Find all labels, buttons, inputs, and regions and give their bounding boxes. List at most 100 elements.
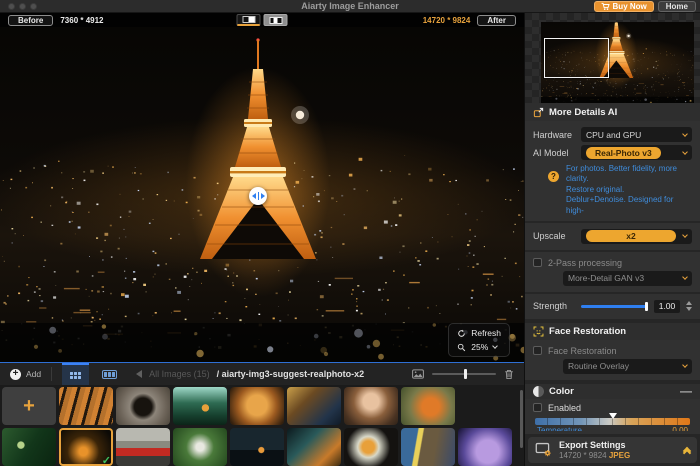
navigator-preview[interactable] bbox=[525, 13, 700, 103]
thumbnail-red-car[interactable] bbox=[116, 428, 170, 466]
handle-right-arrow-icon bbox=[261, 193, 265, 199]
titlebar: Aiarty Image Enhancer Buy Now Home bbox=[0, 0, 700, 13]
side-by-side-view-icon bbox=[269, 17, 282, 24]
section-title: Face Restoration bbox=[549, 326, 626, 337]
temperature-label: Temperature bbox=[537, 426, 582, 431]
model-settings-card: Hardware CPU and GPU AI Model Real-Photo… bbox=[525, 121, 700, 221]
trash-icon[interactable] bbox=[504, 369, 514, 380]
plus-icon: + bbox=[23, 396, 35, 416]
thumbnail-armored-dog[interactable] bbox=[287, 387, 341, 425]
chevron-down-icon bbox=[682, 363, 688, 369]
thumbnail-fox[interactable] bbox=[401, 387, 455, 425]
after-size: 14720 * 9824 bbox=[423, 16, 471, 25]
thumbnail-size-slider[interactable] bbox=[432, 373, 496, 375]
filmstrip-icon bbox=[102, 370, 117, 379]
thumbnail-forest-bird[interactable] bbox=[2, 428, 56, 466]
navigator-selection-rect[interactable] bbox=[544, 38, 609, 78]
section-title: Color bbox=[549, 386, 574, 397]
stepper-down-icon[interactable] bbox=[686, 307, 692, 311]
after-button[interactable]: After bbox=[477, 15, 516, 26]
before-button[interactable]: Before bbox=[8, 15, 53, 26]
chevron-down-icon bbox=[682, 131, 688, 137]
color-enabled-checkbox[interactable] bbox=[533, 403, 542, 412]
window-controls[interactable] bbox=[8, 3, 37, 10]
hardware-value: CPU and GPU bbox=[586, 130, 641, 140]
close-window-icon[interactable] bbox=[8, 3, 15, 10]
thumbnail-scrollbar[interactable] bbox=[520, 390, 523, 448]
upscale-dropdown[interactable]: x2 bbox=[581, 229, 692, 244]
refresh-button[interactable]: Refresh bbox=[457, 328, 501, 338]
thumbnail-hallway-woman[interactable] bbox=[401, 428, 455, 466]
thumbnail-leopard[interactable] bbox=[287, 428, 341, 466]
thumbnail-lake-house[interactable] bbox=[230, 428, 284, 466]
toolbar-divider bbox=[51, 367, 52, 381]
filmstrip-toolbar: + Add All Images (15) / aiarty-img3-s bbox=[0, 363, 524, 385]
strength-slider-handle[interactable] bbox=[645, 302, 648, 311]
face-restoration-checkbox[interactable] bbox=[533, 346, 542, 355]
before-size: 7360 * 4912 bbox=[60, 16, 103, 25]
color-palette-icon bbox=[533, 386, 544, 397]
strength-stepper[interactable] bbox=[686, 301, 692, 311]
zoom-level-value: 25% bbox=[471, 342, 488, 352]
thumbnail-portrait-woman[interactable] bbox=[344, 387, 398, 425]
refresh-icon bbox=[457, 329, 466, 338]
temperature-slider[interactable] bbox=[535, 418, 690, 425]
hint-line: For photos. Better fidelity, more clarit… bbox=[566, 164, 692, 185]
hardware-label: Hardware bbox=[533, 130, 575, 140]
zoom-level-control[interactable]: 25% bbox=[457, 342, 501, 352]
viewer-controls: Refresh 25% bbox=[448, 323, 510, 357]
filmstrip-view-toggle[interactable] bbox=[96, 363, 123, 385]
strength-value: 1.00 bbox=[654, 300, 680, 313]
ai-model-dropdown[interactable]: Real-Photo v3 bbox=[581, 145, 692, 160]
thumbnail-butterfly-dark[interactable] bbox=[116, 387, 170, 425]
compare-slider-handle[interactable] bbox=[249, 187, 267, 205]
strength-slider[interactable] bbox=[581, 305, 648, 308]
collapse-section-icon[interactable]: — bbox=[680, 387, 692, 395]
breadcrumb-current-file: / aiarty-img3-suggest-realphoto-x2 bbox=[217, 369, 365, 379]
plus-circle-icon: + bbox=[10, 369, 21, 380]
minimize-window-icon[interactable] bbox=[19, 3, 26, 10]
thumbnail-burger[interactable] bbox=[230, 387, 284, 425]
thumbnail-size-slider-handle[interactable] bbox=[464, 369, 467, 379]
two-pass-model-dropdown[interactable]: More-Detail GAN v3 bbox=[563, 271, 692, 286]
add-image-tile[interactable]: + bbox=[2, 387, 56, 425]
enhance-expand-icon bbox=[533, 107, 544, 118]
section-title: More Details AI bbox=[549, 107, 617, 118]
face-model-dropdown[interactable]: Routine Overlay bbox=[563, 359, 692, 374]
side-by-side-view-toggle[interactable] bbox=[264, 14, 288, 26]
back-arrow-icon[interactable] bbox=[136, 370, 142, 378]
maximize-window-icon[interactable] bbox=[30, 3, 37, 10]
help-icon[interactable]: ? bbox=[548, 171, 559, 182]
thumbnail-grid: + ✓ bbox=[0, 385, 524, 466]
stepper-up-icon[interactable] bbox=[686, 301, 692, 305]
split-view-toggle[interactable] bbox=[237, 14, 261, 26]
cart-icon bbox=[601, 2, 610, 11]
upscale-label: Upscale bbox=[533, 231, 575, 241]
two-pass-label: 2-Pass processing bbox=[548, 258, 622, 268]
thumbnail-coral[interactable] bbox=[458, 428, 512, 466]
thumbnail-heron[interactable] bbox=[173, 428, 227, 466]
add-images-button[interactable]: + Add bbox=[10, 369, 41, 380]
export-settings-panel[interactable]: Export Settings 14720 * 9824 JPEG bbox=[528, 437, 697, 463]
grid-view-toggle[interactable] bbox=[62, 363, 89, 385]
thumbnail-fantasy-forest[interactable] bbox=[173, 387, 227, 425]
image-viewer[interactable]: Refresh 25% bbox=[0, 27, 524, 362]
chevron-down-icon bbox=[682, 149, 688, 155]
thumbnail-butterfly-orange[interactable] bbox=[344, 428, 398, 466]
settings-sidebar: More Details AI Hardware CPU and GPU AI … bbox=[524, 13, 700, 466]
thumbnail-row: ✓ bbox=[2, 428, 522, 466]
home-button[interactable]: Home bbox=[658, 1, 696, 12]
thumbnail-tiger[interactable] bbox=[59, 387, 113, 425]
thumbnail-tokyo-night[interactable]: ✓ bbox=[59, 428, 113, 466]
two-pass-card: 2-Pass processing More-Detail GAN v3 bbox=[525, 252, 700, 292]
buy-now-button[interactable]: Buy Now bbox=[594, 1, 654, 12]
face-model-value: Routine Overlay bbox=[568, 361, 629, 371]
breadcrumb-all-images[interactable]: All Images (15) bbox=[149, 369, 210, 379]
two-pass-checkbox[interactable] bbox=[533, 258, 542, 267]
collapse-export-icon[interactable] bbox=[684, 448, 690, 452]
hardware-dropdown[interactable]: CPU and GPU bbox=[581, 127, 692, 142]
color-enabled-label: Enabled bbox=[548, 403, 581, 413]
temperature-value: 0.00 bbox=[672, 426, 688, 431]
temperature-slider-handle[interactable] bbox=[609, 413, 617, 419]
app-window: Aiarty Image Enhancer Buy Now Home Befor… bbox=[0, 0, 700, 466]
